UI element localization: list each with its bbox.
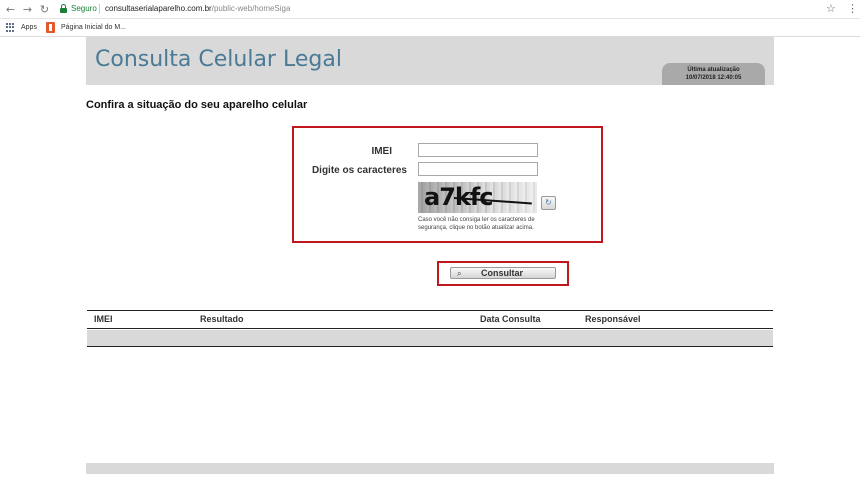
consultar-label: Consultar	[481, 268, 524, 278]
column-data-consulta: Data Consulta	[480, 314, 541, 324]
captcha-image: a7kfc	[418, 182, 537, 213]
bookmark-star-icon[interactable]: ☆	[826, 2, 836, 15]
submit-highlight: ⌕ Consultar	[437, 261, 569, 286]
bookmark-apps[interactable]: Apps	[21, 22, 37, 33]
office-icon	[46, 22, 55, 33]
captcha-refresh-button[interactable]: ↻	[541, 196, 556, 210]
column-resultado: Resultado	[200, 314, 244, 324]
search-icon: ⌕	[457, 269, 462, 278]
browser-menu-icon[interactable]: ⋮	[847, 2, 858, 15]
last-update-time: 10/07/2018 12:40:05	[685, 75, 742, 81]
site-banner: Consulta Celular Legal Última atualizaçã…	[86, 37, 774, 85]
reload-icon[interactable]: ↻	[38, 3, 51, 16]
secure-label: Seguro	[71, 4, 97, 13]
site-title: Consulta Celular Legal	[95, 47, 342, 72]
browser-toolbar: ← → ↻ Seguro consultaserialaparelho.com.…	[0, 0, 860, 19]
page-footer	[86, 463, 774, 474]
back-icon[interactable]: ←	[4, 3, 17, 16]
results-table: IMEI Resultado Data Consulta Responsável	[87, 310, 773, 347]
bookmarks-bar: Apps Página Inicial do M...	[0, 19, 860, 37]
results-header: IMEI Resultado Data Consulta Responsável	[87, 311, 773, 329]
url-text[interactable]: consultaserialaparelho.com.br/public-web…	[105, 3, 290, 15]
last-update-badge: Última atualização 10/07/2018 12:40:05	[662, 63, 765, 85]
forward-icon[interactable]: →	[21, 3, 34, 16]
imei-label: IMEI	[371, 146, 392, 157]
table-row	[87, 330, 773, 346]
captcha-input[interactable]	[418, 162, 538, 176]
last-update-label: Última atualização	[687, 67, 740, 73]
column-imei: IMEI	[94, 314, 113, 324]
page-heading: Confira a situação do seu aparelho celul…	[86, 99, 308, 111]
captcha-hint: Caso você não consiga ler os caracteres …	[418, 217, 535, 231]
imei-form: IMEI Digite os caracteres a7kfc ↻ Caso v…	[292, 126, 603, 243]
url-host: consultaserialaparelho.com.br	[105, 4, 212, 13]
apps-grid-icon[interactable]	[6, 23, 15, 32]
captcha-label: Digite os caracteres	[311, 165, 407, 176]
column-responsavel: Responsável	[585, 314, 641, 324]
address-bar[interactable]: Seguro consultaserialaparelho.com.br/pub…	[57, 2, 845, 17]
url-separator	[99, 4, 100, 14]
url-path: /public-web/homeSiga	[211, 4, 291, 13]
refresh-icon: ↻	[545, 198, 552, 207]
bookmark-office[interactable]: Página Inicial do M...	[61, 22, 126, 33]
lock-icon	[60, 4, 67, 13]
consultar-button[interactable]: ⌕ Consultar	[450, 267, 556, 279]
imei-input[interactable]	[418, 143, 538, 157]
